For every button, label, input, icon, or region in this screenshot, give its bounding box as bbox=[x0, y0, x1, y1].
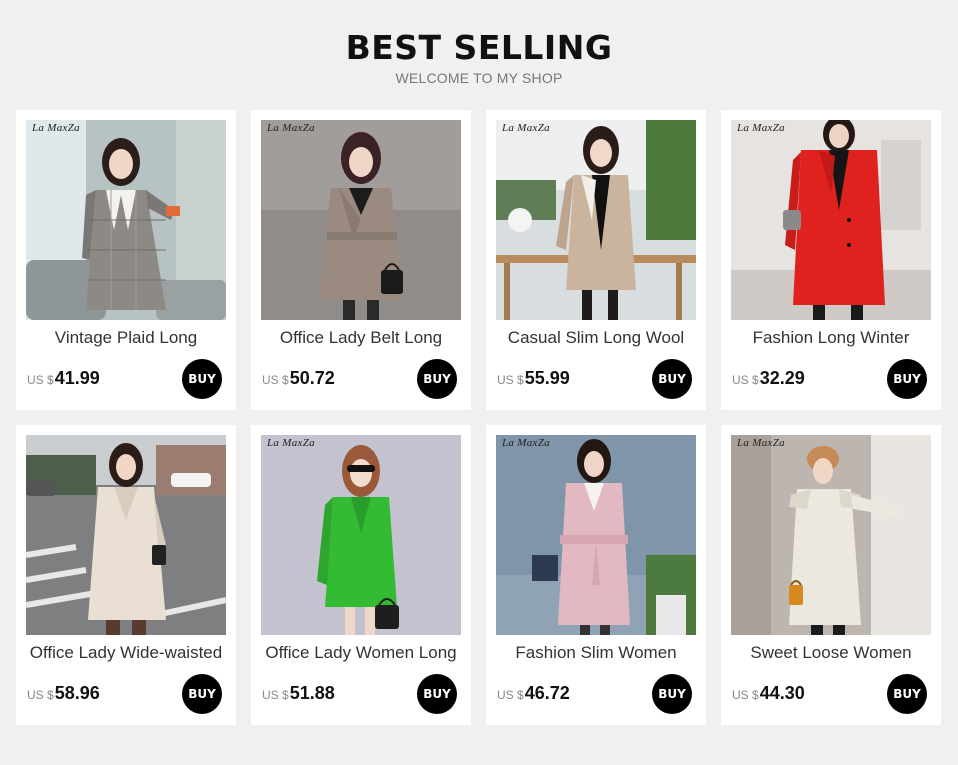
buy-button[interactable]: BUY bbox=[182, 359, 222, 399]
product-photo[interactable]: La MaxZa bbox=[26, 120, 226, 320]
product-name[interactable]: Sweet Loose Women bbox=[721, 643, 941, 663]
product-image-cream-coat bbox=[26, 435, 226, 635]
currency-label: US $ bbox=[27, 688, 54, 702]
price-value: 46.72 bbox=[524, 683, 570, 703]
brand-logo: La MaxZa bbox=[502, 437, 550, 449]
product-card[interactable]: Office Lady Wide-waisted US $58.96 BUY bbox=[16, 425, 236, 725]
page-title: BEST SELLING bbox=[345, 28, 613, 67]
brand-logo: La MaxZa bbox=[267, 122, 315, 134]
currency-label: US $ bbox=[27, 373, 54, 387]
product-price: US $51.88 bbox=[262, 683, 335, 704]
buy-button[interactable]: BUY bbox=[417, 359, 457, 399]
price-value: 44.30 bbox=[759, 683, 805, 703]
product-card[interactable]: La MaxZa Office Lady Women Long US $51.8… bbox=[251, 425, 471, 725]
brand-logo: La MaxZa bbox=[737, 122, 785, 134]
page-header: BEST SELLING WELCOME TO MY SHOP bbox=[0, 0, 958, 100]
buy-button[interactable]: BUY bbox=[887, 674, 927, 714]
product-name[interactable]: Office Lady Belt Long bbox=[251, 328, 471, 348]
currency-label: US $ bbox=[732, 688, 759, 702]
brand-logo: La MaxZa bbox=[737, 437, 785, 449]
product-photo[interactable]: La MaxZa bbox=[496, 435, 696, 635]
currency-label: US $ bbox=[497, 373, 524, 387]
buy-button[interactable]: BUY bbox=[417, 674, 457, 714]
product-card[interactable]: La MaxZa Fashion Slim Women US $46.72 BU… bbox=[486, 425, 706, 725]
product-price: US $50.72 bbox=[262, 368, 335, 389]
price-value: 58.96 bbox=[54, 683, 100, 703]
product-image-pink-coat bbox=[496, 435, 696, 635]
product-card[interactable]: La MaxZa Office Lady Belt Long US $50.72… bbox=[251, 110, 471, 410]
buy-button[interactable]: BUY bbox=[652, 674, 692, 714]
price-value: 55.99 bbox=[524, 368, 570, 388]
product-photo[interactable]: La MaxZa bbox=[731, 435, 931, 635]
product-card[interactable]: La MaxZa Fashion Long Winter US $32.29 B… bbox=[721, 110, 941, 410]
buy-button[interactable]: BUY bbox=[887, 359, 927, 399]
product-name[interactable]: Casual Slim Long Wool bbox=[486, 328, 706, 348]
brand-logo: La MaxZa bbox=[32, 122, 80, 134]
product-price: US $46.72 bbox=[497, 683, 570, 704]
price-value: 41.99 bbox=[54, 368, 100, 388]
brand-logo: La MaxZa bbox=[502, 122, 550, 134]
product-photo[interactable]: La MaxZa bbox=[731, 120, 931, 320]
buy-button[interactable]: BUY bbox=[652, 359, 692, 399]
product-price: US $32.29 bbox=[732, 368, 805, 389]
price-value: 51.88 bbox=[289, 683, 335, 703]
product-photo[interactable]: La MaxZa bbox=[261, 120, 461, 320]
product-name[interactable]: Vintage Plaid Long bbox=[16, 328, 236, 348]
price-value: 32.29 bbox=[759, 368, 805, 388]
currency-label: US $ bbox=[497, 688, 524, 702]
product-photo[interactable]: La MaxZa bbox=[261, 435, 461, 635]
currency-label: US $ bbox=[262, 373, 289, 387]
product-image-beige-coat bbox=[496, 120, 696, 320]
product-name[interactable]: Office Lady Women Long bbox=[251, 643, 471, 663]
currency-label: US $ bbox=[732, 373, 759, 387]
product-photo[interactable] bbox=[26, 435, 226, 635]
brand-logo: La MaxZa bbox=[267, 437, 315, 449]
page-subtitle: WELCOME TO MY SHOP bbox=[395, 70, 563, 86]
product-card[interactable]: La MaxZa Vintage Plaid Long US $41.99 BU… bbox=[16, 110, 236, 410]
product-card[interactable]: La MaxZa Sweet Loose Women US $44.30 BUY bbox=[721, 425, 941, 725]
product-image-white-ruffle-coat bbox=[731, 435, 931, 635]
product-price: US $55.99 bbox=[497, 368, 570, 389]
product-image-red-coat bbox=[731, 120, 931, 320]
product-price: US $41.99 bbox=[27, 368, 100, 389]
price-value: 50.72 bbox=[289, 368, 335, 388]
product-image-green-coat bbox=[261, 435, 461, 635]
product-price: US $58.96 bbox=[27, 683, 100, 704]
product-name[interactable]: Fashion Slim Women bbox=[486, 643, 706, 663]
product-card[interactable]: La MaxZa Casual Slim Long Wool US $55.99… bbox=[486, 110, 706, 410]
product-image-belted-coat bbox=[261, 120, 461, 320]
buy-button[interactable]: BUY bbox=[182, 674, 222, 714]
product-photo[interactable]: La MaxZa bbox=[496, 120, 696, 320]
product-name[interactable]: Office Lady Wide-waisted bbox=[16, 643, 236, 663]
product-name[interactable]: Fashion Long Winter bbox=[721, 328, 941, 348]
product-image-plaid-coat bbox=[26, 120, 226, 320]
currency-label: US $ bbox=[262, 688, 289, 702]
product-price: US $44.30 bbox=[732, 683, 805, 704]
